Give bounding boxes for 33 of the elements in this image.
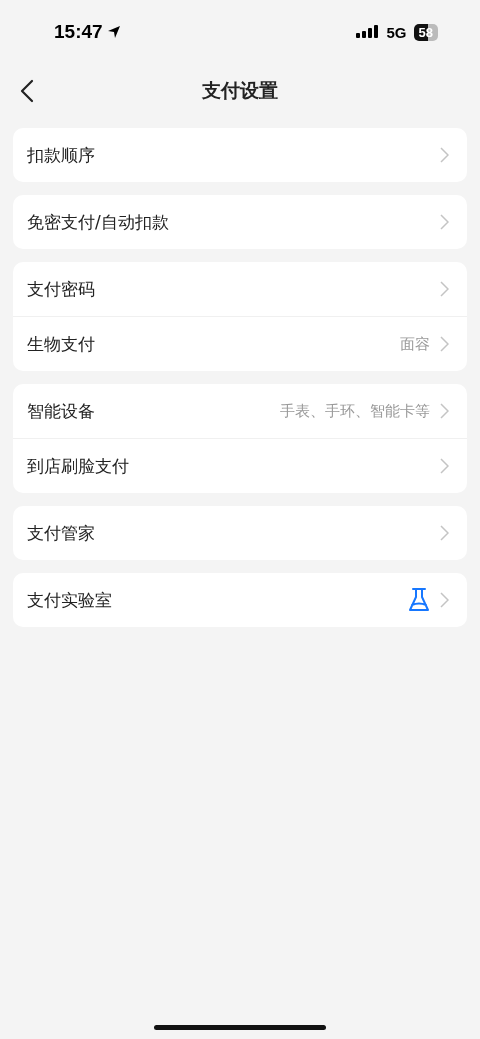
settings-row[interactable]: 生物支付 面容 [13, 316, 467, 371]
settings-row[interactable]: 支付密码 [13, 262, 467, 316]
row-label: 免密支付/自动扣款 [27, 210, 170, 234]
chevron-icon [440, 214, 449, 230]
settings-row[interactable]: 智能设备 手表、手环、智能卡等 [13, 384, 467, 438]
settings-row[interactable]: 到店刷脸支付 [13, 438, 467, 493]
row-label: 支付密码 [27, 277, 96, 301]
row-label: 支付管家 [27, 521, 96, 545]
status-time: 15:47 [54, 21, 103, 43]
row-label: 智能设备 [27, 399, 96, 423]
chevron-icon [440, 147, 449, 163]
page-title: 支付设置 [202, 78, 278, 103]
row-label: 到店刷脸支付 [27, 454, 130, 478]
row-value: 手表、手环、智能卡等 [280, 401, 430, 421]
row-label: 扣款顺序 [27, 143, 96, 167]
settings-row[interactable]: 支付实验室 [13, 573, 467, 627]
settings-row[interactable]: 免密支付/自动扣款 [13, 195, 467, 249]
chevron-icon [440, 403, 449, 419]
network-label: 5G [386, 23, 407, 41]
chevron-icon [440, 281, 449, 297]
row-value: 面容 [400, 334, 430, 354]
row-label: 支付实验室 [27, 588, 113, 612]
back-icon[interactable] [20, 79, 34, 103]
chevron-icon [440, 336, 449, 352]
chevron-icon [440, 592, 449, 608]
row-label: 生物支付 [27, 332, 96, 356]
chevron-icon [440, 525, 449, 541]
flask-icon [408, 587, 430, 613]
settings-row[interactable]: 支付管家 [13, 506, 467, 560]
signal-icon [355, 25, 380, 39]
chevron-icon [440, 458, 449, 474]
location-arrow-icon [106, 25, 121, 39]
settings-row[interactable]: 扣款顺序 [13, 128, 467, 182]
